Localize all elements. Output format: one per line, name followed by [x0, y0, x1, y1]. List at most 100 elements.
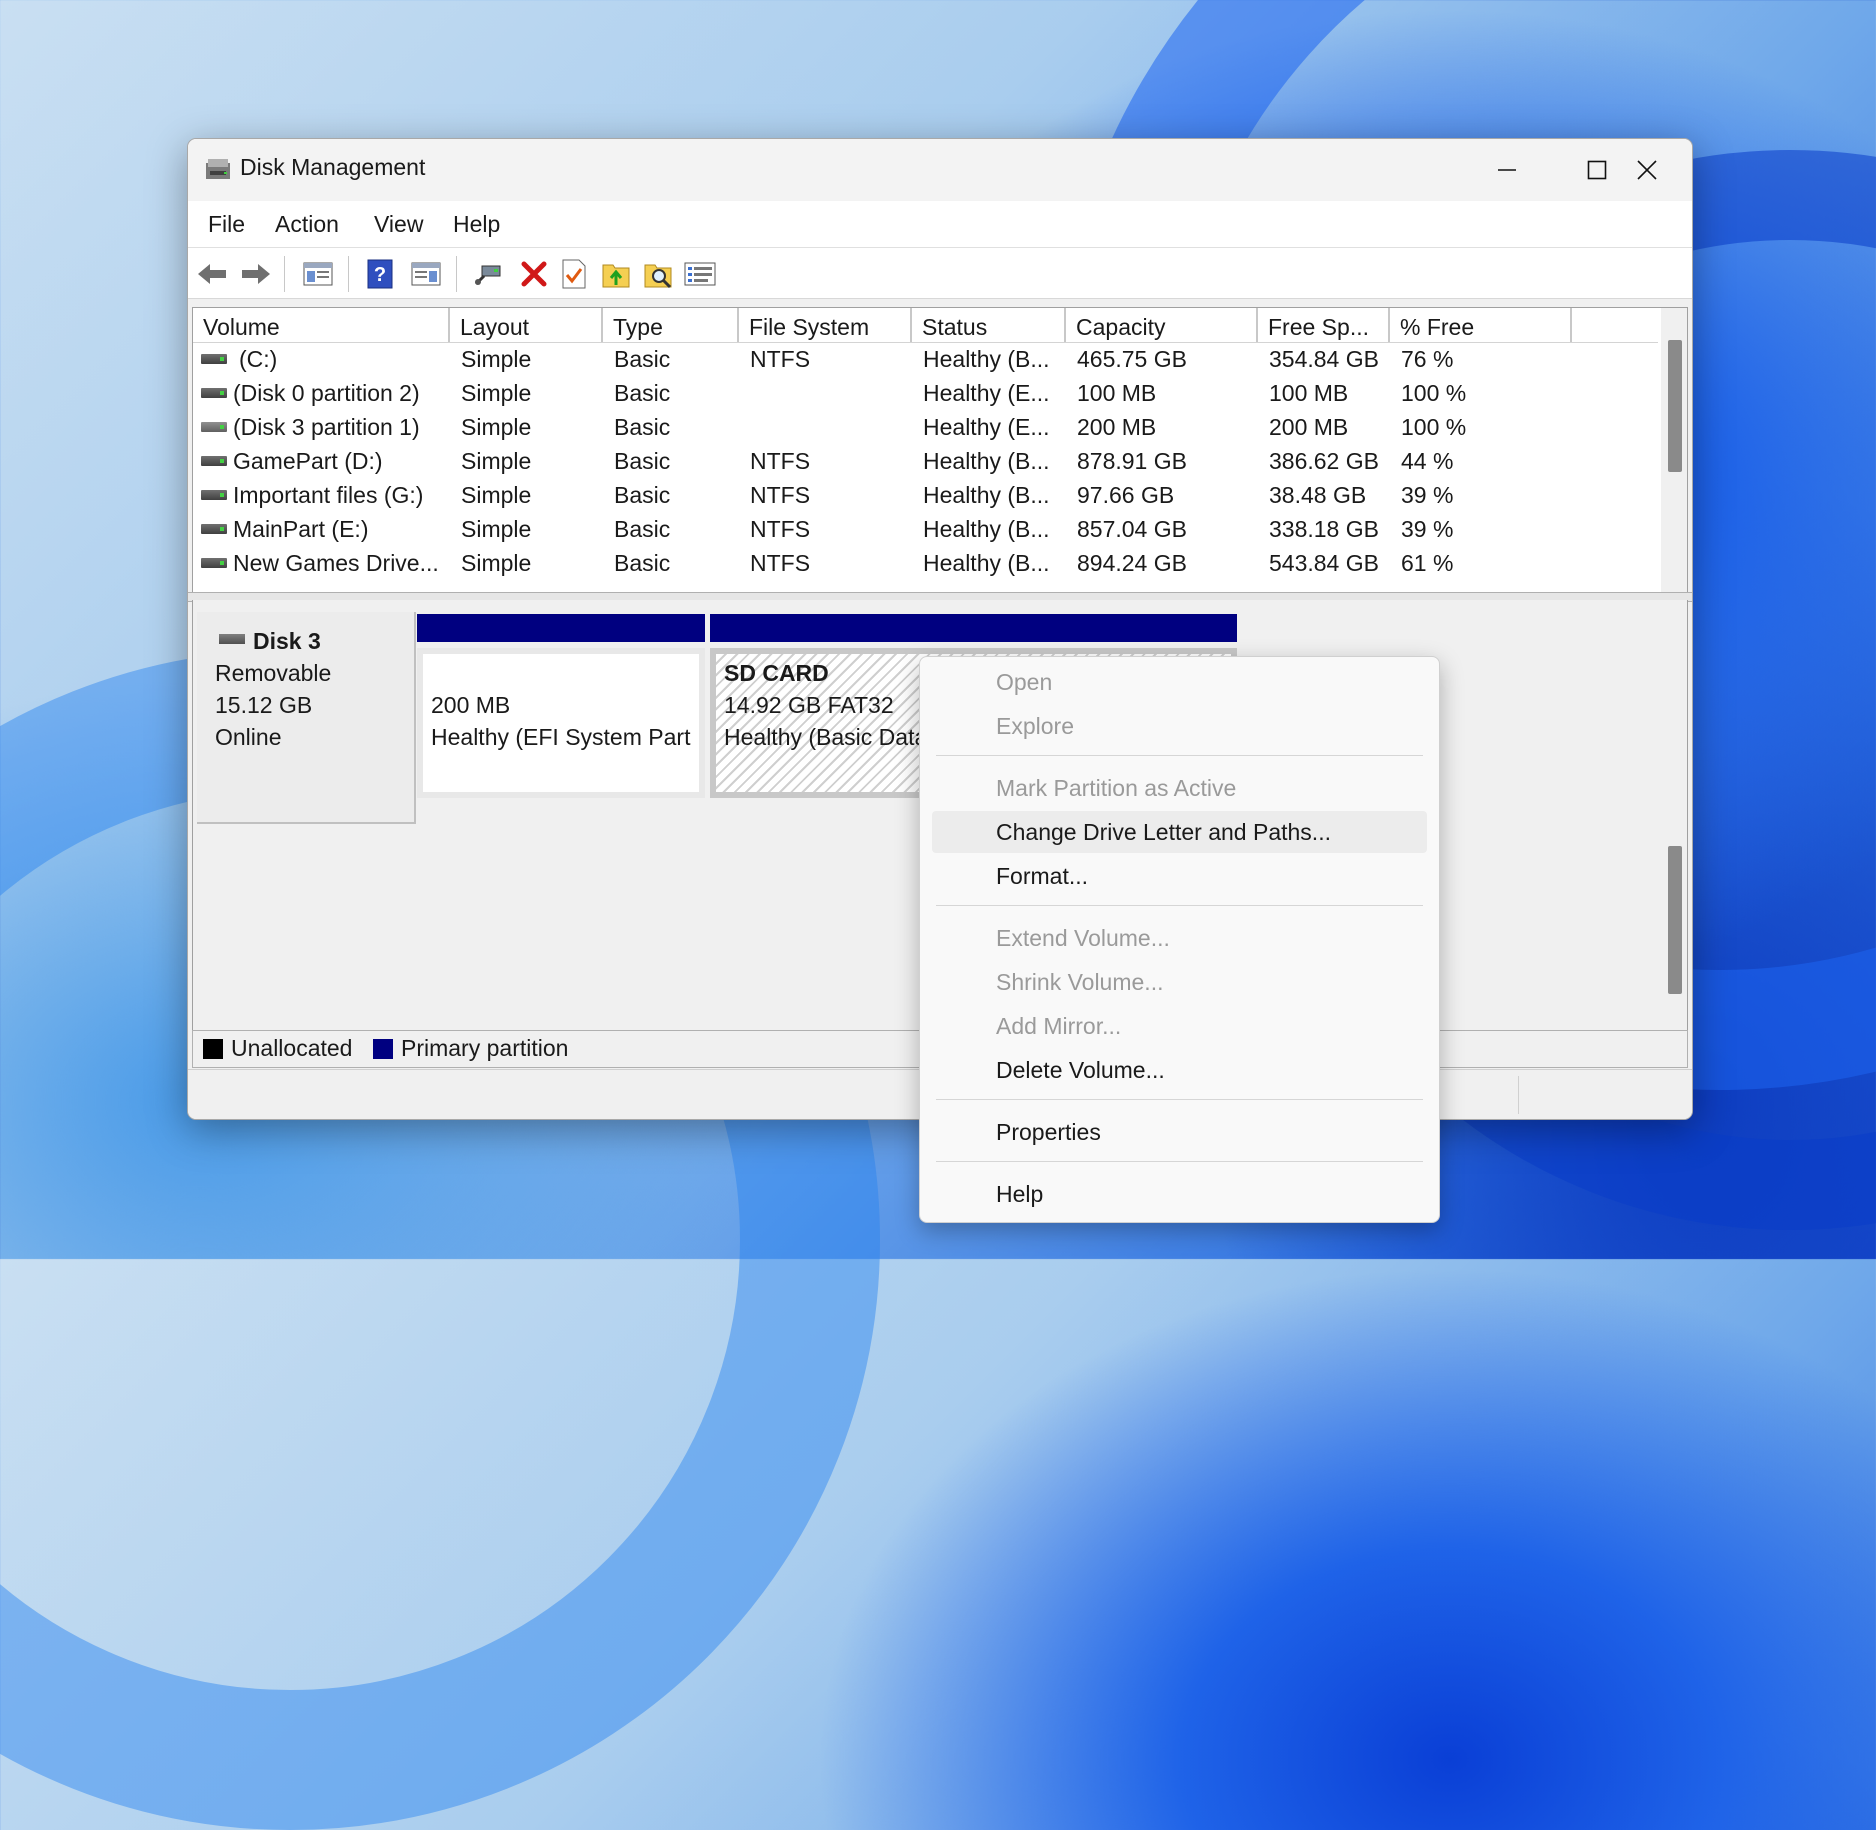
column-header-layout[interactable]: Layout: [450, 308, 603, 342]
back-arrow-icon[interactable]: [196, 258, 228, 290]
cell-capacity: 465.75 GB: [1077, 346, 1187, 372]
menu-action[interactable]: Action: [275, 211, 339, 238]
cell-layout: Simple: [461, 550, 532, 576]
drive-icon: [201, 524, 227, 534]
table-row[interactable]: GamePart (D:) Simple Basic NTFS Healthy …: [193, 444, 1658, 478]
partition-label: SD CARD: [724, 660, 829, 686]
cell-capacity: 100 MB: [1077, 380, 1157, 406]
graph-scrollbar[interactable]: [1661, 600, 1687, 1030]
disk-state: Online: [215, 724, 282, 750]
menu-separator: [936, 1161, 1423, 1162]
cell-free-space: 338.18 GB: [1269, 516, 1379, 542]
disk-type: Removable: [215, 660, 332, 686]
menu-item-extend-volume[interactable]: Extend Volume...: [996, 925, 1170, 952]
up-folder-icon[interactable]: [600, 258, 632, 290]
close-button[interactable]: [1602, 139, 1692, 201]
menu-help[interactable]: Help: [453, 211, 500, 238]
menu-separator: [936, 1099, 1423, 1100]
cell-layout: Simple: [461, 414, 532, 440]
menu-item-open[interactable]: Open: [996, 669, 1052, 696]
cell-percent-free: 39 %: [1401, 516, 1454, 542]
title-bar[interactable]: Disk Management: [188, 139, 1692, 201]
cell-capacity: 878.91 GB: [1077, 448, 1187, 474]
cell-status: Healthy (B...: [923, 346, 1050, 372]
column-header-percent-free[interactable]: % Free: [1390, 308, 1572, 342]
cell-layout: Simple: [461, 482, 532, 508]
cell-volume: (Disk 0 partition 2): [233, 380, 420, 406]
cell-status: Healthy (E...: [923, 380, 1050, 406]
cell-layout: Simple: [461, 380, 532, 406]
partition-1-bar: [417, 614, 705, 642]
cell-percent-free: 100 %: [1401, 380, 1467, 406]
cell-free-space: 386.62 GB: [1269, 448, 1379, 474]
cell-status: Healthy (B...: [923, 448, 1050, 474]
help-icon[interactable]: ?: [364, 258, 396, 290]
column-header-status[interactable]: Status: [912, 308, 1066, 342]
volume-list-scrollbar[interactable]: [1661, 308, 1687, 592]
table-row[interactable]: MainPart (E:) Simple Basic NTFS Healthy …: [193, 512, 1658, 546]
check-icon[interactable]: [558, 258, 590, 290]
drive-icon: [201, 388, 227, 398]
table-row[interactable]: (Disk 0 partition 2) Simple Basic Health…: [193, 376, 1658, 410]
menu-item-format[interactable]: Format...: [996, 863, 1088, 890]
scrollbar-thumb[interactable]: [1668, 846, 1682, 994]
efi-partition[interactable]: 200 MB Healthy (EFI System Part: [417, 648, 705, 798]
partition-status: Healthy (EFI System Part: [431, 724, 691, 750]
cell-type: Basic: [614, 346, 671, 372]
removable-disk-icon: [219, 634, 245, 644]
connect-icon[interactable]: [472, 258, 504, 290]
scrollbar-thumb[interactable]: [1668, 340, 1682, 472]
cell-type: Basic: [614, 380, 671, 406]
search-folder-icon[interactable]: [642, 258, 674, 290]
menu-item-add-mirror[interactable]: Add Mirror...: [996, 1013, 1121, 1040]
cell-type: Basic: [614, 448, 671, 474]
cell-volume: (Disk 3 partition 1): [233, 414, 420, 440]
cell-volume: New Games Drive...: [233, 550, 439, 576]
delete-icon[interactable]: [518, 258, 550, 290]
cell-capacity: 894.24 GB: [1077, 550, 1187, 576]
cell-type: Basic: [614, 482, 671, 508]
cell-capacity: 857.04 GB: [1077, 516, 1187, 542]
disk-name: Disk 3: [253, 628, 321, 654]
column-header-capacity[interactable]: Capacity: [1066, 308, 1258, 342]
menu-separator: [936, 755, 1423, 756]
forward-arrow-icon[interactable]: [240, 258, 272, 290]
cell-file-system: NTFS: [750, 482, 811, 508]
drive-icon: [201, 354, 227, 364]
settings-list-icon[interactable]: [684, 258, 716, 290]
column-header-type[interactable]: Type: [603, 308, 739, 342]
console-tree-icon[interactable]: [302, 258, 334, 290]
cell-capacity: 200 MB: [1077, 414, 1157, 440]
column-header-volume[interactable]: Volume: [193, 308, 450, 342]
menu-item-shrink-volume[interactable]: Shrink Volume...: [996, 969, 1163, 996]
menu-item-properties[interactable]: Properties: [996, 1119, 1101, 1146]
menu-item-explore[interactable]: Explore: [996, 713, 1074, 740]
cell-status: Healthy (B...: [923, 482, 1050, 508]
menu-item-delete-volume[interactable]: Delete Volume...: [996, 1057, 1165, 1084]
menu-item-mark-active[interactable]: Mark Partition as Active: [996, 775, 1236, 802]
close-icon: [1637, 160, 1657, 180]
cell-volume: MainPart (E:): [233, 516, 369, 542]
table-row[interactable]: New Games Drive... Simple Basic NTFS Hea…: [193, 546, 1658, 580]
cell-free-space: 354.84 GB: [1269, 346, 1379, 372]
cell-free-space: 38.48 GB: [1269, 482, 1367, 508]
cell-file-system: NTFS: [750, 346, 811, 372]
table-row[interactable]: Important files (G:) Simple Basic NTFS H…: [193, 478, 1658, 512]
legend-unallocated: Unallocated: [231, 1035, 353, 1061]
table-row[interactable]: (Disk 3 partition 1) Simple Basic Health…: [193, 410, 1658, 444]
minimize-button[interactable]: [1462, 139, 1552, 201]
table-row[interactable]: (C:) Simple Basic NTFS Healthy (B... 465…: [193, 342, 1658, 376]
menu-file[interactable]: File: [208, 211, 245, 238]
cell-volume: Important files (G:): [233, 482, 424, 508]
column-header-file-system[interactable]: File System: [739, 308, 912, 342]
cell-status: Healthy (B...: [923, 550, 1050, 576]
menu-item-help[interactable]: Help: [996, 1181, 1043, 1208]
action-pane-icon[interactable]: [410, 258, 442, 290]
cell-status: Healthy (E...: [923, 414, 1050, 440]
disk-3-label[interactable]: Disk 3 Removable 15.12 GB Online: [197, 612, 416, 824]
column-header-free-space[interactable]: Free Sp...: [1258, 308, 1390, 342]
cell-free-space: 200 MB: [1269, 414, 1349, 440]
disk-management-app-icon: [206, 159, 230, 179]
menu-item-change-drive-letter[interactable]: Change Drive Letter and Paths...: [996, 819, 1331, 846]
menu-view[interactable]: View: [374, 211, 423, 238]
